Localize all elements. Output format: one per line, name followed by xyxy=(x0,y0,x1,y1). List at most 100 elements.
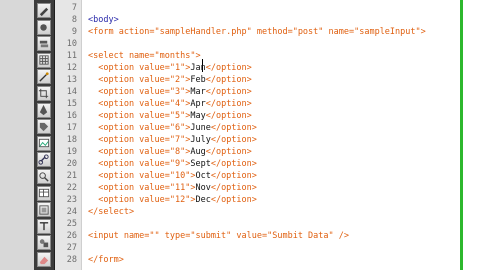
toolbar-button-layers[interactable] xyxy=(37,36,51,52)
code-editor[interactable]: <body> <form action="sampleHandler.php" m… xyxy=(82,0,458,270)
code-line[interactable]: </form> xyxy=(88,254,124,266)
line-number: 23 xyxy=(66,195,77,205)
option-label-text: Aug xyxy=(190,147,206,157)
code-line[interactable]: <form action="sampleHandler.php" method=… xyxy=(88,26,426,38)
line-number: 17 xyxy=(66,123,77,133)
markup-token: <input name="" type="submit" value="Sumb… xyxy=(88,231,349,241)
code-line[interactable]: <select name="months"> xyxy=(88,50,201,62)
toolbar-button-tag[interactable] xyxy=(37,119,51,135)
pen-icon xyxy=(38,104,50,116)
toolbar-button-text[interactable] xyxy=(37,218,51,234)
line-number: 28 xyxy=(66,255,77,265)
toolbar-button-table[interactable] xyxy=(37,185,51,201)
markup-token: </option> xyxy=(205,111,252,121)
zoom-icon xyxy=(38,171,50,183)
code-line[interactable]: <option value="8">Aug</option> xyxy=(88,146,252,158)
brush-icon xyxy=(38,21,50,33)
toolbar-button-zoom[interactable] xyxy=(37,169,51,184)
markup-token: <option value="6"> xyxy=(88,123,191,133)
markup-token: <option value="3"> xyxy=(88,87,191,97)
line-number: 22 xyxy=(66,183,77,193)
line-number: 27 xyxy=(66,243,77,253)
line-number: 21 xyxy=(66,171,77,181)
line-number: 15 xyxy=(66,99,77,109)
option-label-text: Dec xyxy=(195,195,211,205)
option-label-text: May xyxy=(190,111,206,121)
line-number: 13 xyxy=(66,75,77,85)
option-label-text: Nov xyxy=(195,183,211,193)
frame-icon xyxy=(38,204,50,216)
option-label-text: July xyxy=(190,135,211,145)
markup-token: </option> xyxy=(210,171,257,181)
code-line[interactable]: <option value="3">Mar</option> xyxy=(88,86,252,98)
markup-token: <option value="8"> xyxy=(88,147,191,157)
line-number: 20 xyxy=(66,159,77,169)
line-number: 8 xyxy=(71,15,77,25)
link-icon xyxy=(38,154,50,166)
crop-icon xyxy=(38,88,50,100)
line-number: 12 xyxy=(66,63,77,73)
text-icon xyxy=(38,220,50,232)
code-line[interactable]: </select> xyxy=(88,206,134,218)
markup-token: <select name="months"> xyxy=(88,51,201,61)
line-number: 25 xyxy=(66,219,77,229)
pencil-icon xyxy=(38,5,50,17)
code-line[interactable]: <option value="6">June</option> xyxy=(88,122,257,134)
grid-icon xyxy=(38,54,50,66)
code-line[interactable]: <option value="10">Oct</option> xyxy=(88,170,257,182)
markup-token: </option> xyxy=(210,123,257,133)
code-line[interactable]: <body> xyxy=(88,14,119,26)
code-line[interactable]: <option value="9">Sept</option> xyxy=(88,158,257,170)
line-number: 26 xyxy=(66,231,77,241)
code-line[interactable]: <option value="5">May</option> xyxy=(88,110,252,122)
toolbar-button-image[interactable] xyxy=(37,135,51,151)
option-label-text: Jan xyxy=(190,63,206,73)
markup-token: </option> xyxy=(205,75,252,85)
toolbar-button-crop[interactable] xyxy=(37,86,51,101)
code-line[interactable]: <option value="7">July</option> xyxy=(88,134,257,146)
option-label-text: June xyxy=(190,123,211,133)
toolbar-button-grid[interactable] xyxy=(37,52,51,68)
toolbar-button-pen[interactable] xyxy=(37,102,51,118)
markup-token: </option> xyxy=(210,195,257,205)
markup-token: <option value="5"> xyxy=(88,111,191,121)
line-number: 10 xyxy=(66,39,77,49)
markup-token: <option value="9"> xyxy=(88,159,191,169)
markup-token: </option> xyxy=(210,183,257,193)
code-line[interactable]: <option value="4">Apr</option> xyxy=(88,98,252,110)
option-label-text: Oct xyxy=(195,171,211,181)
code-line[interactable]: <option value="11">Nov</option> xyxy=(88,182,257,194)
markup-token: </option> xyxy=(210,159,257,169)
line-number: 11 xyxy=(66,51,77,61)
markup-token: <option value="7"> xyxy=(88,135,191,145)
toolbar-button-eraser[interactable] xyxy=(37,252,51,267)
line-number: 24 xyxy=(66,207,77,217)
markup-token: <option value="12"> xyxy=(88,195,196,205)
markup-token: </option> xyxy=(205,87,252,97)
code-line[interactable]: <option value="2">Feb</option> xyxy=(88,74,252,86)
code-line[interactable]: <option value="12">Dec</option> xyxy=(88,194,257,206)
toolbar-button-pencil[interactable] xyxy=(37,3,51,18)
markup-token: <body> xyxy=(88,15,119,25)
option-label-text: Mar xyxy=(190,87,206,97)
toolbar-button-wand[interactable] xyxy=(37,69,51,85)
line-number: 16 xyxy=(66,111,77,121)
line-number: 18 xyxy=(66,135,77,145)
shape-icon xyxy=(38,237,50,249)
toolbar-button-shape[interactable] xyxy=(37,235,51,251)
toolbar-button-link[interactable] xyxy=(37,152,51,168)
code-line[interactable]: <option value="1">Jan</option> xyxy=(88,62,252,74)
toolbar-button-frame[interactable] xyxy=(37,202,51,218)
toolbar-button-brush[interactable] xyxy=(37,19,51,35)
eraser-icon xyxy=(38,254,50,266)
markup-token: <option value="4"> xyxy=(88,99,191,109)
table-icon xyxy=(38,187,50,199)
image-icon xyxy=(38,137,50,149)
vertical-toolbar xyxy=(34,0,55,270)
markup-token: </option> xyxy=(205,63,252,73)
code-line[interactable]: <input name="" type="submit" value="Sumb… xyxy=(88,230,349,242)
markup-token: <option value="1"> xyxy=(88,63,191,73)
wand-icon xyxy=(38,71,50,83)
line-number-gutter: 7 8 9 10 11 12 13 14 15 16 17 18 19 20 21 22 23 24 25 26 27 2… xyxy=(55,0,82,270)
markup-token: </option> xyxy=(205,147,252,157)
